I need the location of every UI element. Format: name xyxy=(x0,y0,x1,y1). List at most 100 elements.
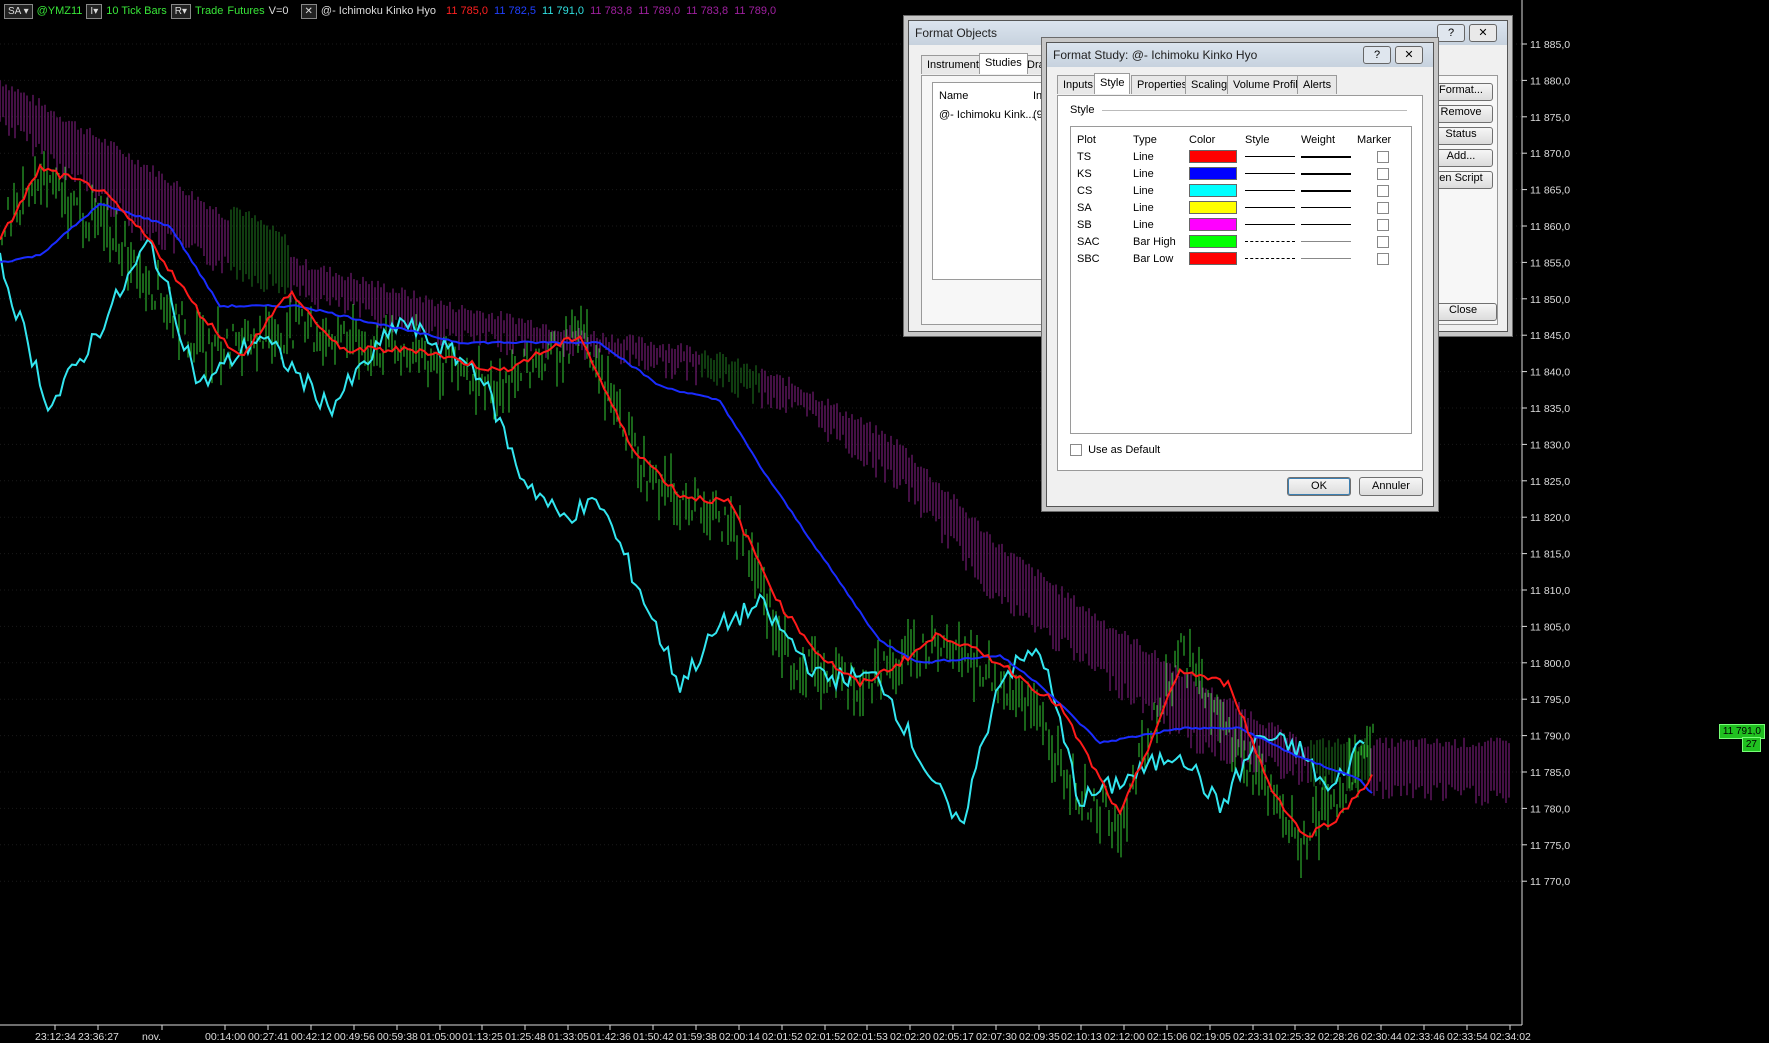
ok-button[interactable]: OK xyxy=(1287,477,1351,496)
tab-properties[interactable]: Properties xyxy=(1131,75,1194,94)
plot-color-swatch[interactable] xyxy=(1189,250,1245,267)
plot-color-swatch[interactable] xyxy=(1189,148,1245,165)
plot-marker-checkbox[interactable] xyxy=(1357,199,1409,216)
price-tick-label: 11 810,0 xyxy=(1530,585,1570,597)
header-type: Type xyxy=(1133,133,1157,146)
plot-color-swatch[interactable] xyxy=(1189,165,1245,182)
time-tick-label: 02:01:53 xyxy=(847,1031,888,1043)
plot-style-sample[interactable] xyxy=(1245,148,1301,165)
plot-row[interactable]: SA Line xyxy=(1077,199,1409,216)
time-tick-label: 02:12:00 xyxy=(1104,1031,1145,1043)
plot-name: KS xyxy=(1077,167,1092,180)
plot-weight-sample[interactable] xyxy=(1301,199,1357,216)
use-default-label: Use as Default xyxy=(1088,444,1161,456)
plot-color-swatch[interactable] xyxy=(1189,233,1245,250)
plot-marker-checkbox[interactable] xyxy=(1357,165,1409,182)
plot-name: SA xyxy=(1077,201,1092,214)
plot-style-sample[interactable] xyxy=(1245,165,1301,182)
plots-table: Plot Type Color Style Weight Marker TS Li… xyxy=(1077,131,1409,267)
plot-weight-sample[interactable] xyxy=(1301,250,1357,267)
add-button[interactable]: Add... xyxy=(1429,149,1493,167)
style-panel: Style Plot Type Color Style Weight Marke… xyxy=(1057,95,1423,471)
tab-studies[interactable]: Studies xyxy=(979,53,1028,74)
time-tick-label: 01:42:36 xyxy=(590,1031,631,1043)
plot-weight-sample[interactable] xyxy=(1301,233,1357,250)
plot-marker-checkbox[interactable] xyxy=(1357,148,1409,165)
format-study-title: Format Study: @- Ichimoku Kinko Hyo xyxy=(1053,48,1258,62)
volume-label: V=0 xyxy=(268,5,289,17)
time-tick-label: 01:33:05 xyxy=(548,1031,589,1043)
plot-style-sample[interactable] xyxy=(1245,199,1301,216)
close-icon[interactable]: ✕ xyxy=(1469,24,1497,42)
interval-icon[interactable]: I▾ xyxy=(86,3,103,19)
realtime-icon[interactable]: R▾ xyxy=(170,3,192,19)
time-tick-label: 23:12:34 xyxy=(35,1031,76,1043)
format-study-dialog: Format Study: @- Ichimoku Kinko Hyo ? ✕ … xyxy=(1046,42,1434,507)
plot-style-sample[interactable] xyxy=(1245,233,1301,250)
remove-button[interactable]: Remove xyxy=(1429,105,1493,123)
time-axis: 23:12:34 23:36:27 nov. 00:14:00 00:27:41 00:4… xyxy=(35,1025,1531,1043)
close-button[interactable]: Close xyxy=(1429,303,1497,321)
plot-style-sample[interactable] xyxy=(1245,216,1301,233)
close-study-icon[interactable]: ✕ xyxy=(300,3,317,19)
time-tick-label: 01:50:42 xyxy=(633,1031,674,1043)
plots-table-header: Plot Type Color Style Weight Marker xyxy=(1077,131,1409,148)
plot-color-swatch[interactable] xyxy=(1189,216,1245,233)
status-button[interactable]: Status xyxy=(1429,127,1493,145)
format-button[interactable]: Format... xyxy=(1429,83,1493,101)
plot-type[interactable]: Line xyxy=(1133,148,1189,165)
plot-color-swatch[interactable] xyxy=(1189,199,1245,216)
plot-weight-sample[interactable] xyxy=(1301,165,1357,182)
plot-type[interactable]: Bar Low xyxy=(1133,250,1189,267)
plot-row[interactable]: CS Line xyxy=(1077,182,1409,199)
plot-style-sample[interactable] xyxy=(1245,250,1301,267)
tab-style[interactable]: Style xyxy=(1094,73,1131,94)
plot-weight-sample[interactable] xyxy=(1301,182,1357,199)
time-tick-label: 02:07:30 xyxy=(976,1031,1017,1043)
study-name-label: @- Ichimoku Kinko Hyo xyxy=(320,5,437,17)
plot-row[interactable]: SBC Bar Low xyxy=(1077,250,1409,267)
plot-marker-checkbox[interactable] xyxy=(1357,250,1409,267)
plot-row[interactable]: TS Line xyxy=(1077,148,1409,165)
use-as-default-checkbox[interactable]: Use as Default xyxy=(1070,444,1161,457)
plot-type[interactable]: Line xyxy=(1133,199,1189,216)
tab-scaling[interactable]: Scaling xyxy=(1185,75,1234,94)
study-value: 11 789,0 xyxy=(734,5,777,17)
time-tick-label: 01:25:48 xyxy=(505,1031,546,1043)
study-list-item[interactable]: @- Ichimoku Kink... xyxy=(939,109,1035,121)
price-tick-label: 11 880,0 xyxy=(1530,75,1570,87)
plot-marker-checkbox[interactable] xyxy=(1357,233,1409,250)
help-button[interactable]: ? xyxy=(1363,46,1391,64)
time-tick-label: 02:10:13 xyxy=(1061,1031,1102,1043)
plot-row[interactable]: SAC Bar High xyxy=(1077,233,1409,250)
plot-marker-checkbox[interactable] xyxy=(1357,216,1409,233)
last-count-tag: 27 xyxy=(1741,737,1761,752)
plot-type[interactable]: Bar High xyxy=(1133,233,1189,250)
use-default-check-icon[interactable] xyxy=(1070,444,1082,457)
tab-alerts[interactable]: Alerts xyxy=(1297,75,1338,94)
cancel-button[interactable]: Annuler xyxy=(1359,477,1423,496)
plot-name: SB xyxy=(1077,218,1092,231)
plot-weight-sample[interactable] xyxy=(1301,216,1357,233)
plot-row[interactable]: SB Line xyxy=(1077,216,1409,233)
header-weight: Weight xyxy=(1301,133,1336,146)
study-list-item-inputs: (9, xyxy=(1033,109,1046,121)
time-tick-label: 01:05:00 xyxy=(420,1031,461,1043)
price-tick-label: 11 825,0 xyxy=(1530,476,1570,488)
trade-label: Trade xyxy=(195,5,224,17)
close-icon[interactable]: ✕ xyxy=(1395,46,1423,64)
plot-style-sample[interactable] xyxy=(1245,182,1301,199)
tab-inputs[interactable]: Inputs xyxy=(1057,75,1099,94)
symbol-selector[interactable]: SA ▾ xyxy=(4,3,33,19)
plot-type[interactable]: Line xyxy=(1133,165,1189,182)
time-tick-label: nov. xyxy=(142,1031,161,1043)
help-button[interactable]: ? xyxy=(1437,24,1465,42)
price-tick-label: 11 805,0 xyxy=(1530,621,1570,633)
plot-weight-sample[interactable] xyxy=(1301,148,1357,165)
plot-type[interactable]: Line xyxy=(1133,182,1189,199)
plot-type[interactable]: Line xyxy=(1133,216,1189,233)
plot-row[interactable]: KS Line xyxy=(1077,165,1409,182)
open-script-button[interactable]: en Script xyxy=(1429,171,1493,189)
plot-color-swatch[interactable] xyxy=(1189,182,1245,199)
plot-marker-checkbox[interactable] xyxy=(1357,182,1409,199)
